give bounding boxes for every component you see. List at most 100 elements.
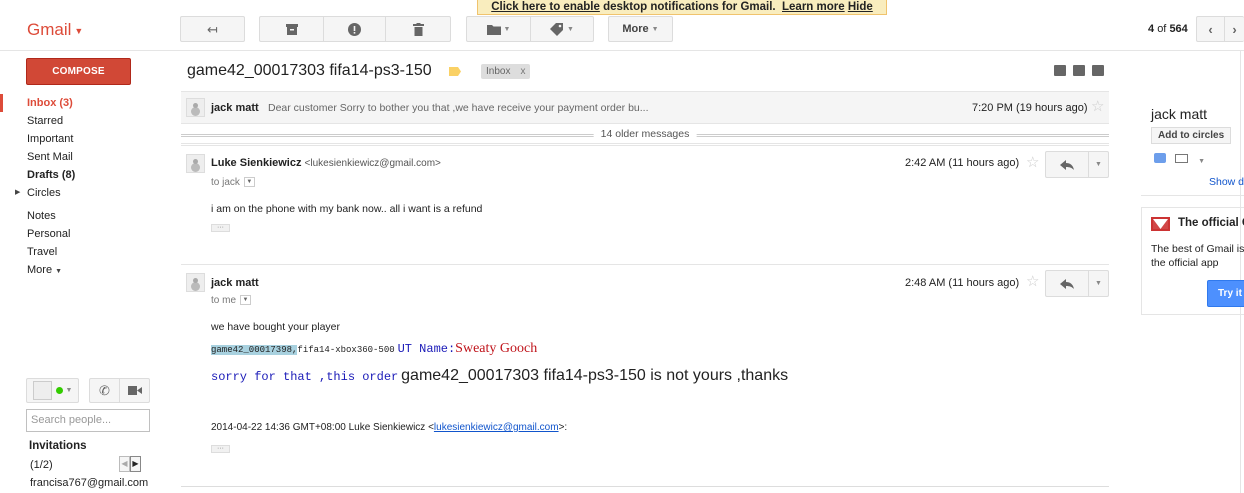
message-jack: jack matt to me ▼ 2:48 AM (11 hours ago) … <box>181 264 1109 484</box>
gmail-m-logo-icon <box>1151 217 1170 231</box>
sidebar-item-starred[interactable]: Starred <box>0 112 170 130</box>
more-message-actions-button[interactable]: ▼ <box>1088 270 1109 297</box>
chevron-down-icon: ▼ <box>1095 161 1102 168</box>
move-to-button[interactable]: ▼ <box>466 16 531 42</box>
email-icon[interactable] <box>1175 154 1189 163</box>
show-details-icon[interactable]: ▼ <box>240 295 252 306</box>
recipient-text: to jack <box>211 177 240 188</box>
sidebar-item-circles-label: Circles <box>27 187 61 199</box>
quoted-header: 2014-04-22 14:36 GMT+08:00 Luke Sienkiew… <box>211 422 567 433</box>
contact-name: jack matt <box>1151 106 1208 122</box>
promo-body-line-2: the official app <box>1151 257 1219 269</box>
sender-avatar <box>186 273 205 292</box>
sidebar-item-sent-mail[interactable]: Sent Mail <box>0 148 170 166</box>
recipient-line: to jack ▼ <box>211 177 255 188</box>
message-time: 7:20 PM (19 hours ago) <box>972 102 1088 114</box>
thread-subject: game42_00017303 fifa14-ps3-150 <box>187 62 432 79</box>
back-button[interactable]: ↤ <box>180 16 245 42</box>
chevron-down-icon: ▼ <box>55 268 62 275</box>
contact-actions: ▼ <box>1154 153 1205 166</box>
sidebar-nav: Inbox (3) Starred Important Sent Mail Dr… <box>0 94 170 279</box>
sender-avatar <box>186 154 205 173</box>
more-message-actions-button[interactable]: ▼ <box>1088 151 1109 178</box>
invitation-email[interactable]: francisa767@gmail.com <box>30 477 148 489</box>
invitations-title: Invitations <box>29 440 87 452</box>
sidebar-item-travel[interactable]: Travel <box>0 243 170 261</box>
invitations-next-button[interactable]: ▶ <box>130 456 141 472</box>
chat-bubble-icon[interactable] <box>1154 153 1166 163</box>
expand-triangle-icon[interactable]: ▶ <box>15 184 20 202</box>
sender-avatar <box>186 98 205 117</box>
more-actions-button[interactable]: More ▼ <box>608 16 673 42</box>
remove-label-icon[interactable]: x <box>520 66 525 77</box>
sidebar-item-inbox[interactable]: Inbox (3) <box>0 94 170 112</box>
show-details-icon[interactable]: ▼ <box>243 177 255 188</box>
chat-status-button[interactable]: ▼ <box>26 378 79 403</box>
gmail-app-promo: The official G The best of Gmail is the … <box>1141 207 1244 315</box>
sidebar-item-personal[interactable]: Personal <box>0 225 170 243</box>
message-sender[interactable]: Luke Sienkiewicz <lukesienkiewicz@gmail.… <box>211 157 441 169</box>
hide-notification-link[interactable]: Hide <box>848 1 873 13</box>
collapsed-message[interactable]: jack matt Dear customer Sorry to bother … <box>181 91 1109 124</box>
print-icon[interactable] <box>1073 65 1085 76</box>
labels-button[interactable]: ▼ <box>531 16 594 42</box>
star-icon[interactable]: ☆ <box>1026 274 1039 289</box>
new-window-icon[interactable] <box>1092 65 1104 76</box>
video-call-button[interactable] <box>119 378 150 403</box>
chat-avatar-icon <box>32 381 52 400</box>
newer-button[interactable]: ‹ <box>1196 16 1225 42</box>
chevron-down-icon: ▼ <box>567 25 574 33</box>
ut-name-label: UT Name: <box>397 342 456 356</box>
try-it-now-button[interactable]: Try it N <box>1207 280 1244 307</box>
invitations-pager: ◀ ▶ <box>119 456 141 472</box>
star-icon[interactable]: ☆ <box>1026 155 1039 170</box>
sender-email: <lukesienkiewicz@gmail.com> <box>304 158 441 169</box>
sidebar-item-important[interactable]: Important <box>0 130 170 148</box>
reply-icon <box>1060 278 1074 289</box>
learn-more-link[interactable]: Learn more <box>782 1 845 13</box>
invitations-prev-button[interactable]: ◀ <box>119 456 130 472</box>
star-icon[interactable]: ☆ <box>1091 99 1104 114</box>
toolbar-divider <box>0 50 1244 51</box>
archive-icon <box>285 23 298 35</box>
important-marker-icon[interactable] <box>449 67 461 76</box>
older-button[interactable]: › <box>1225 16 1244 42</box>
invitations-count: (1/2) <box>30 459 53 471</box>
sidebar-item-more[interactable]: More ▼ <box>0 261 170 279</box>
back-arrow-icon: ↤ <box>207 21 218 37</box>
sender-name[interactable]: jack matt <box>211 277 259 289</box>
gmail-logo[interactable]: Gmail ▼ <box>27 20 83 40</box>
expand-all-icon[interactable] <box>1054 65 1066 76</box>
show-trimmed-content-button[interactable]: ··· <box>211 445 230 453</box>
chevron-down-icon[interactable]: ▼ <box>1198 158 1205 165</box>
add-to-circles-button[interactable]: Add to circles <box>1151 127 1232 144</box>
next-message-edge <box>181 486 1109 493</box>
report-spam-icon <box>348 22 361 36</box>
recipient-line: to me ▼ <box>211 295 252 306</box>
quoted-email-link[interactable]: lukesienkiewicz@gmail.com <box>434 422 559 433</box>
apology-text: sorry for that ,this order <box>211 370 399 384</box>
delete-button[interactable] <box>386 16 451 42</box>
sidebar-item-circles[interactable]: ▶ Circles <box>0 184 170 202</box>
show-details-link[interactable]: Show d <box>1209 176 1244 188</box>
older-messages-bar[interactable]: 14 older messages <box>181 125 1109 144</box>
reply-button[interactable] <box>1045 270 1089 297</box>
reply-button[interactable] <box>1045 151 1089 178</box>
phone-icon: ✆ <box>99 382 110 398</box>
archive-button[interactable] <box>259 16 324 42</box>
order-notice-text: game42_00017303 fifa14-ps3-150 is not yo… <box>401 367 789 384</box>
chevron-down-icon: ▼ <box>74 25 84 36</box>
compose-button[interactable]: COMPOSE <box>26 58 131 85</box>
message-time: 2:48 AM (11 hours ago) <box>905 277 1020 289</box>
show-trimmed-content-button[interactable]: ··· <box>211 224 230 232</box>
search-people-input[interactable]: Search people... <box>26 409 150 432</box>
chevron-down-icon: ▼ <box>1095 280 1102 287</box>
message-body-line-1: we have bought your player <box>211 321 340 333</box>
chevron-right-icon: › <box>1232 21 1237 37</box>
pager-total: 564 <box>1169 23 1188 35</box>
sidebar-item-drafts[interactable]: Drafts (8) <box>0 166 170 184</box>
enable-notifications-link[interactable]: Click here to enable <box>491 1 600 13</box>
report-spam-button[interactable] <box>324 16 386 42</box>
sidebar-item-notes[interactable]: Notes <box>0 207 170 225</box>
call-phone-button[interactable]: ✆ <box>89 378 120 403</box>
